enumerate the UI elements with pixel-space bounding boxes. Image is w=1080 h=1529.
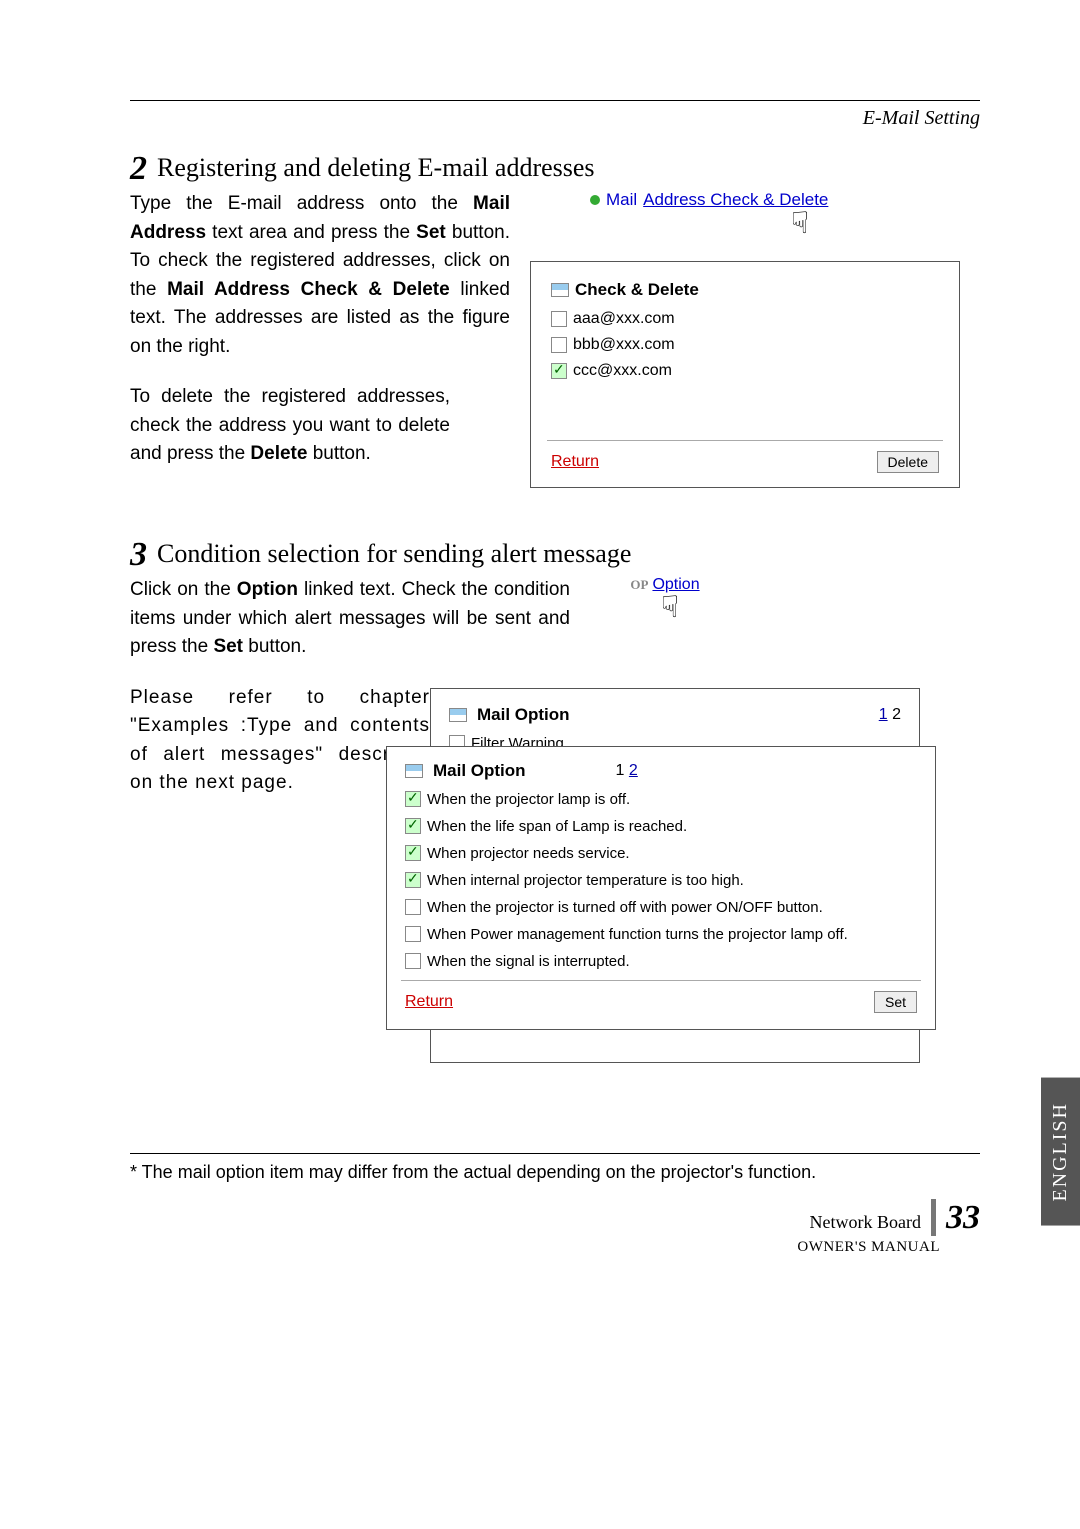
- checkbox[interactable]: [405, 899, 421, 915]
- window-icon: [405, 764, 423, 778]
- window-icon: [449, 708, 467, 722]
- step3-para1: Click on the Option linked text. Check t…: [130, 576, 570, 662]
- step3-header: 3 Condition selection for sending alert …: [130, 538, 980, 572]
- text-bold: Mail Address Check & Delete: [167, 279, 450, 300]
- pointer-cursor-icon: ☟: [661, 590, 679, 625]
- text-bold: Set: [213, 636, 243, 657]
- window-title-text: Mail Option: [433, 761, 526, 781]
- checkbox-checked[interactable]: [551, 363, 567, 379]
- checkbox[interactable]: [551, 311, 567, 327]
- return-link[interactable]: Return: [405, 993, 453, 1011]
- option-row[interactable]: When internal projector temperature is t…: [405, 872, 917, 889]
- mail-option-window-page2: Mail Option 1 2 When the projector lamp …: [386, 746, 936, 1030]
- page-footer: Network Board 33 OWNER'S MANUAL: [130, 1199, 980, 1256]
- window-header: Mail Option 1 2: [405, 761, 917, 781]
- delete-button[interactable]: Delete: [877, 451, 939, 473]
- option-row[interactable]: When the projector is turned off with po…: [405, 899, 917, 916]
- checkbox[interactable]: [405, 953, 421, 969]
- divider: [547, 440, 943, 441]
- option-label: When the projector is turned off with po…: [427, 899, 823, 916]
- address-row[interactable]: ccc@xxx.com: [551, 362, 939, 380]
- window-icon: [551, 283, 569, 297]
- footer-network-board: Network Board: [810, 1212, 921, 1232]
- text: button.: [307, 443, 370, 464]
- window-title-text: Check & Delete: [575, 280, 699, 300]
- option-label: When projector needs service.: [427, 845, 630, 862]
- header-rule: [130, 100, 980, 101]
- pager-current[interactable]: 2: [629, 762, 638, 779]
- step3-para2: Please refer to chapter "Examples :Type …: [130, 684, 430, 798]
- link-text: Mail: [606, 190, 637, 210]
- option-label: When internal projector temperature is t…: [427, 872, 744, 889]
- footnote: * The mail option item may differ from t…: [130, 1162, 980, 1183]
- text: text area and press the: [206, 222, 416, 243]
- set-button[interactable]: Set: [874, 991, 917, 1013]
- language-tab: ENGLISH: [1041, 1078, 1080, 1226]
- checkbox-checked[interactable]: [405, 791, 421, 807]
- checkbox-checked[interactable]: [405, 845, 421, 861]
- pointer-cursor-icon: ☟: [630, 206, 970, 241]
- text: Type the E-mail address onto the: [130, 193, 473, 214]
- text-bold: Delete: [250, 443, 307, 464]
- option-row[interactable]: When the projector lamp is off.: [405, 791, 917, 808]
- option-label: When the projector lamp is off.: [427, 791, 630, 808]
- option-label: When the life span of Lamp is reached.: [427, 818, 687, 835]
- address-text: aaa@xxx.com: [573, 310, 675, 328]
- option-label: When Power management function turns the…: [427, 926, 848, 943]
- address-row[interactable]: bbb@xxx.com: [551, 336, 939, 354]
- pager-link[interactable]: 2: [892, 706, 901, 723]
- bullet-icon: [590, 195, 600, 205]
- pager: 1 2: [879, 706, 901, 724]
- page-number: 33: [931, 1199, 980, 1236]
- step2-para1: Type the E-mail address onto the Mail Ad…: [130, 190, 510, 361]
- checkbox-checked[interactable]: [405, 872, 421, 888]
- step3-number: 3: [130, 538, 147, 572]
- checkbox[interactable]: [405, 926, 421, 942]
- step2-number: 2: [130, 152, 147, 186]
- pager: 1 2: [616, 762, 638, 780]
- step2-header: 2 Registering and deleting E-mail addres…: [130, 152, 980, 186]
- text: button.: [243, 636, 306, 657]
- address-row[interactable]: aaa@xxx.com: [551, 310, 939, 328]
- text-bold: Set: [416, 222, 446, 243]
- text-bold: Option: [237, 579, 298, 600]
- text: Click on the: [130, 579, 237, 600]
- option-label: When the signal is interrupted.: [427, 953, 630, 970]
- address-text: bbb@xxx.com: [573, 336, 675, 354]
- address-text: ccc@xxx.com: [573, 362, 672, 380]
- step3-title: Condition selection for sending alert me…: [157, 538, 631, 569]
- checkbox[interactable]: [551, 337, 567, 353]
- step2-para2: To delete the registered addresses, chec…: [130, 383, 450, 469]
- section-label: E-Mail Setting: [130, 107, 980, 130]
- pager-current[interactable]: 1: [879, 706, 888, 723]
- check-delete-window: Check & Delete aaa@xxx.com bbb@xxx.com c…: [530, 261, 960, 488]
- option-row[interactable]: When the signal is interrupted.: [405, 953, 917, 970]
- pager-link[interactable]: 1: [616, 762, 625, 779]
- window-title: Check & Delete: [551, 280, 939, 300]
- footer-owners-manual: OWNER'S MANUAL: [130, 1239, 940, 1256]
- address-list: aaa@xxx.com bbb@xxx.com ccc@xxx.com: [551, 310, 939, 380]
- checkbox-checked[interactable]: [405, 818, 421, 834]
- option-row[interactable]: When the life span of Lamp is reached.: [405, 818, 917, 835]
- footnote-rule: [130, 1153, 980, 1154]
- option-row[interactable]: When projector needs service.: [405, 845, 917, 862]
- return-link[interactable]: Return: [551, 453, 599, 471]
- option-row[interactable]: When Power management function turns the…: [405, 926, 917, 943]
- step2-title: Registering and deleting E-mail addresse…: [157, 152, 595, 183]
- window-header: Mail Option 1 2: [449, 705, 901, 725]
- divider: [401, 980, 921, 981]
- window-title-text: Mail Option: [477, 705, 570, 725]
- op-icon: OP: [630, 577, 648, 593]
